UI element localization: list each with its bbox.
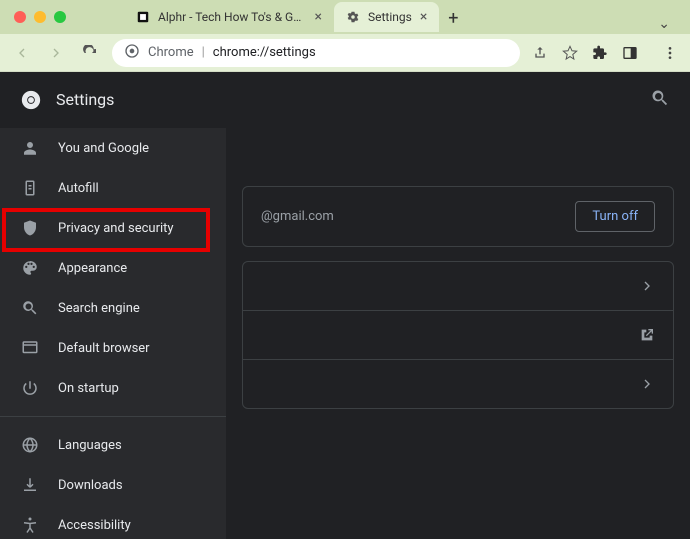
sidebar-item-on-startup[interactable]: On startup: [0, 368, 226, 408]
settings-sidebar[interactable]: You and Google Autofill Privacy and secu…: [0, 128, 226, 539]
sidebar-item-label: You and Google: [58, 141, 149, 156]
sidebar-item-privacy[interactable]: Privacy and security: [0, 208, 226, 248]
browser-icon: [20, 338, 40, 358]
window-chrome: Alphr - Tech How To's & Guides × Setting…: [0, 0, 690, 72]
sidebar-item-label: Appearance: [58, 261, 127, 276]
sidebar-item-label: On startup: [58, 381, 119, 396]
browser-tab-settings[interactable]: Settings ×: [334, 2, 439, 32]
chevron-right-icon: [639, 278, 655, 294]
app-header: Settings: [0, 72, 690, 128]
palette-icon: [20, 258, 40, 278]
sidebar-item-label: Accessibility: [58, 518, 131, 533]
forward-button[interactable]: [44, 41, 68, 65]
app-title: Settings: [56, 90, 650, 109]
sidebar-separator: [0, 416, 226, 417]
sync-card: @gmail.com Turn off: [242, 186, 674, 247]
accessibility-icon: [20, 515, 40, 535]
extensions-icon[interactable]: [590, 43, 610, 63]
url-divider: |: [202, 45, 205, 60]
sidebar-item-label: Privacy and security: [58, 221, 174, 236]
search-icon: [20, 298, 40, 318]
browser-toolbar: Chrome | chrome://settings: [0, 34, 690, 72]
settings-main[interactable]: @gmail.com Turn off: [226, 128, 690, 539]
fullscreen-window-icon[interactable]: [54, 11, 66, 23]
tab-overflow-icon[interactable]: ⌄: [658, 16, 670, 32]
sidebar-item-languages[interactable]: Languages: [0, 425, 226, 465]
search-icon[interactable]: [650, 88, 670, 112]
chrome-product-icon: [124, 43, 140, 63]
settings-row[interactable]: [243, 262, 673, 311]
close-tab-icon[interactable]: ×: [420, 9, 427, 25]
toolbar-actions: [530, 43, 680, 63]
close-window-icon[interactable]: [14, 11, 26, 23]
minimize-window-icon[interactable]: [34, 11, 46, 23]
tab-strip: Alphr - Tech How To's & Guides × Setting…: [124, 2, 676, 32]
sidebar-item-label: Languages: [58, 438, 122, 453]
gear-icon: [346, 10, 360, 24]
chrome-logo-icon: [20, 89, 42, 111]
titlebar: Alphr - Tech How To's & Guides × Setting…: [0, 0, 690, 34]
close-tab-icon[interactable]: ×: [315, 9, 322, 25]
tab-favicon: [136, 10, 150, 24]
globe-icon: [20, 435, 40, 455]
settings-row[interactable]: [243, 360, 673, 408]
turn-off-button[interactable]: Turn off: [575, 201, 655, 232]
sidebar-item-label: Default browser: [58, 341, 150, 356]
bookmark-star-icon[interactable]: [560, 43, 580, 63]
power-icon: [20, 378, 40, 398]
clipboard-icon: [20, 178, 40, 198]
sidebar-item-accessibility[interactable]: Accessibility: [0, 505, 226, 539]
traffic-lights[interactable]: [14, 11, 66, 23]
sidebar-item-label: Search engine: [58, 301, 140, 316]
address-bar[interactable]: Chrome | chrome://settings: [112, 39, 520, 67]
browser-tab-alphr[interactable]: Alphr - Tech How To's & Guides ×: [124, 2, 334, 32]
open-external-icon: [639, 327, 655, 343]
tab-title: Settings: [368, 10, 412, 24]
sidebar-item-search-engine[interactable]: Search engine: [0, 288, 226, 328]
back-button[interactable]: [10, 41, 34, 65]
settings-row[interactable]: [243, 311, 673, 360]
sidebar-item-default-browser[interactable]: Default browser: [0, 328, 226, 368]
sidebar-item-downloads[interactable]: Downloads: [0, 465, 226, 505]
account-email: @gmail.com: [261, 209, 559, 224]
side-panel-icon[interactable]: [620, 43, 640, 63]
sidebar-item-label: Downloads: [58, 478, 123, 493]
sidebar-item-you-and-google[interactable]: You and Google: [0, 128, 226, 168]
person-icon: [20, 138, 40, 158]
url-scheme: Chrome: [148, 45, 194, 60]
url-text: chrome://settings: [213, 45, 316, 60]
app-body: You and Google Autofill Privacy and secu…: [0, 128, 690, 539]
reload-button[interactable]: [78, 41, 102, 65]
sidebar-item-label: Autofill: [58, 181, 99, 196]
tab-title: Alphr - Tech How To's & Guides: [158, 10, 307, 24]
sidebar-item-appearance[interactable]: Appearance: [0, 248, 226, 288]
settings-app: Settings You and Google Autofill Privacy…: [0, 72, 690, 539]
kebab-menu-icon[interactable]: [660, 43, 680, 63]
chevron-right-icon: [639, 376, 655, 392]
shield-icon: [20, 218, 40, 238]
new-tab-button[interactable]: +: [439, 4, 467, 32]
download-icon: [20, 475, 40, 495]
share-icon[interactable]: [530, 43, 550, 63]
settings-rows: [242, 261, 674, 409]
sidebar-item-autofill[interactable]: Autofill: [0, 168, 226, 208]
